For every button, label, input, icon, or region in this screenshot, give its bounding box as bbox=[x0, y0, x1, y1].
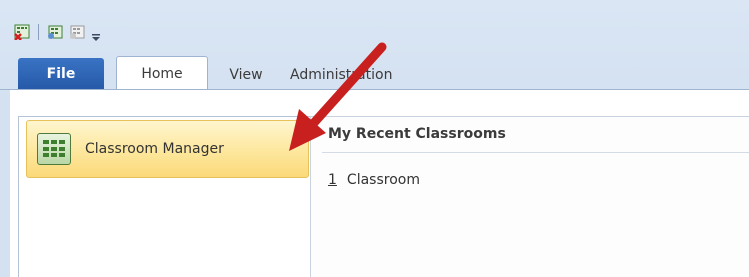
app-window: File Home View Administration Classroom … bbox=[0, 0, 749, 277]
red-arrow bbox=[289, 42, 387, 151]
